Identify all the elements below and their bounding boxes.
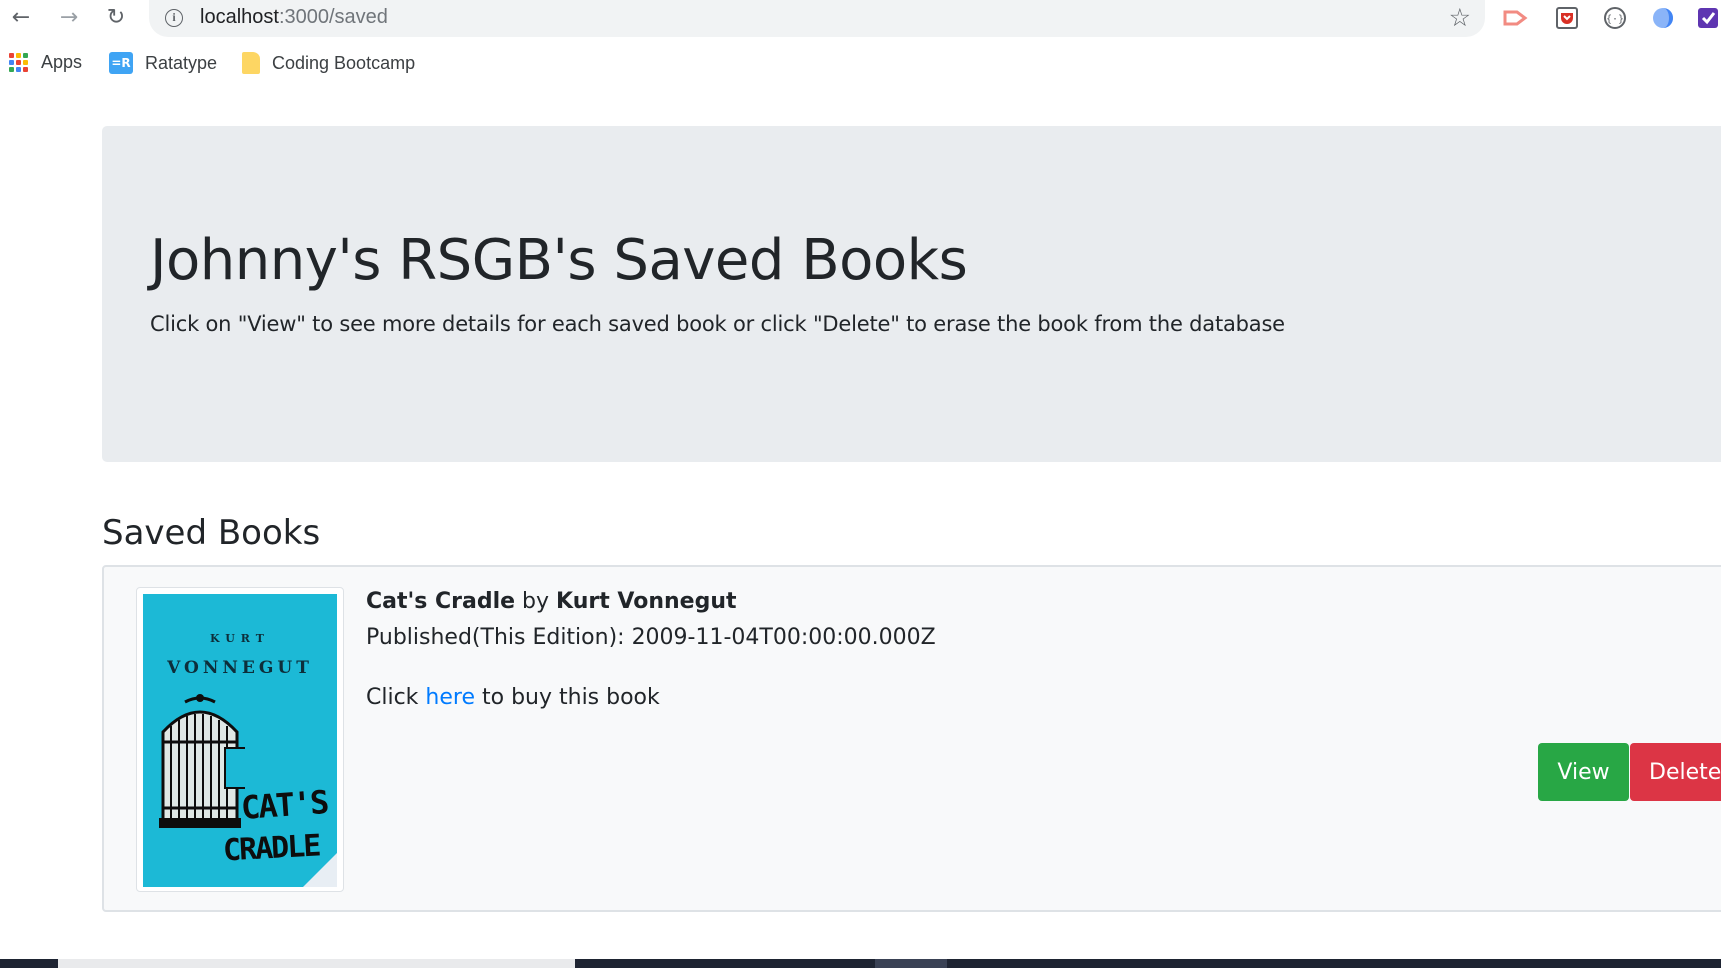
taskbar: [0, 959, 1721, 968]
taskbar-active-app[interactable]: [875, 959, 947, 968]
bookmark-ratatype[interactable]: =R Ratatype: [109, 52, 217, 74]
cover-title-line1: CAT'S: [239, 783, 329, 827]
book-title: Cat's Cradle: [366, 589, 516, 614]
book-published: Published(This Edition): 2009-11-04T00:0…: [366, 625, 936, 650]
address-bar[interactable]: i localhost:3000/saved ☆: [149, 0, 1485, 37]
back-icon[interactable]: ←: [6, 2, 36, 32]
taskbar-search[interactable]: [58, 959, 575, 968]
extension-arrow-icon[interactable]: [1502, 4, 1530, 32]
buy-link[interactable]: here: [425, 685, 475, 710]
bookmarks-bar: Apps =R Ratatype Coding Bootcamp: [0, 47, 1721, 83]
page-curl: [303, 853, 337, 887]
published-label: Published(This Edition):: [366, 625, 632, 650]
birdcage-illustration: [159, 694, 245, 828]
bookmark-coding-bootcamp[interactable]: Coding Bootcamp: [242, 52, 415, 74]
delete-button[interactable]: Delete: [1630, 743, 1721, 801]
info-icon[interactable]: i: [165, 9, 183, 27]
svg-text:{·}: {·}: [1606, 14, 1624, 25]
url-host: localhost: [200, 6, 279, 28]
jumbotron: Johnny's RSGB's Saved Books Click on "Vi…: [102, 126, 1721, 462]
published-date: 2009-11-04T00:00:00.000Z: [631, 625, 936, 650]
page-lead: Click on "View" to see more details for …: [150, 312, 1285, 336]
extension-checkbox-icon[interactable]: [1694, 4, 1721, 32]
saved-books-heading: Saved Books: [102, 513, 321, 553]
reload-icon[interactable]: ↻: [101, 2, 131, 32]
book-cover-image: KURT VONNEGUT CAT'S CRADLE: [143, 594, 337, 887]
bookmark-star-icon[interactable]: ☆: [1449, 3, 1471, 32]
extension-globe-icon[interactable]: [1649, 4, 1677, 32]
ratatype-icon: =R: [109, 52, 133, 74]
folder-icon: [242, 52, 260, 74]
forward-icon[interactable]: →: [54, 2, 84, 32]
url-text[interactable]: localhost:3000/saved: [200, 6, 388, 29]
book-thumbnail: KURT VONNEGUT CAT'S CRADLE: [136, 587, 344, 892]
view-button[interactable]: View: [1538, 743, 1629, 801]
bookmark-apps[interactable]: Apps: [9, 52, 82, 73]
page-title: Johnny's RSGB's Saved Books: [150, 228, 968, 293]
url-path: :3000/saved: [278, 6, 388, 28]
buy-suffix: to buy this book: [475, 685, 660, 710]
buy-prefix: Click: [366, 685, 426, 710]
bookmark-label: Coding Bootcamp: [272, 52, 416, 73]
bookmark-label: Ratatype: [145, 52, 218, 73]
book-buy-line: Click here to buy this book: [366, 685, 660, 710]
book-title-line: Cat's Cradle by Kurt Vonnegut: [366, 589, 737, 614]
book-author: Kurt Vonnegut: [556, 589, 737, 614]
bookmark-label: Apps: [41, 52, 83, 72]
apps-grid-icon: [9, 52, 29, 73]
cover-author-first: KURT: [210, 632, 270, 645]
book-by: by: [515, 589, 557, 614]
cover-author-last: VONNEGUT: [167, 658, 313, 678]
extension-code-icon[interactable]: {·}: [1601, 4, 1629, 32]
extension-pocket-icon[interactable]: [1553, 4, 1581, 32]
book-card: KURT VONNEGUT CAT'S CRADLE Cat's Cradle …: [102, 565, 1721, 912]
browser-toolbar: ← → ↻ i localhost:3000/saved ☆ {·}: [0, 0, 1721, 37]
